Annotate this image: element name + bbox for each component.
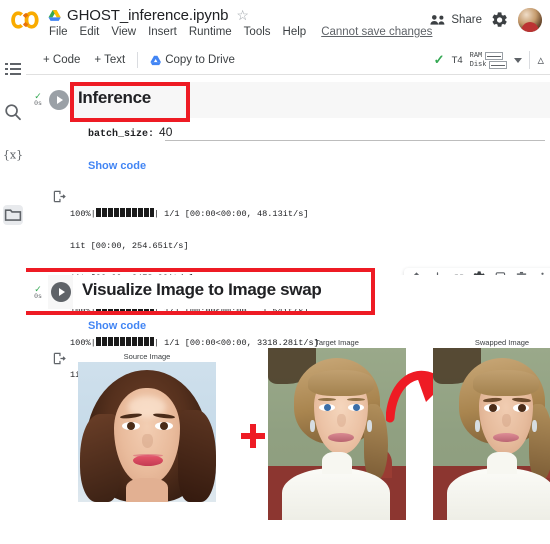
cell-exec-time: 0s <box>34 100 42 107</box>
share-label: Share <box>451 14 482 26</box>
cell-run-status: ✓ 0s <box>30 92 46 108</box>
avatar[interactable] <box>518 8 542 32</box>
swapped-image <box>433 348 550 520</box>
variables-braces-icon: {x} <box>3 149 23 162</box>
batch-size-input[interactable]: 40 <box>159 125 172 139</box>
copy-to-drive-button[interactable]: Copy to Drive <box>143 51 242 69</box>
notebook-toolbar: + Code + Text Copy to Drive ✓ T4 RAM Dis… <box>26 45 550 75</box>
output-line-1: 1it [00:00, 254.65it/s] <box>70 240 189 251</box>
plus-operator <box>241 424 265 448</box>
output-stream-icon <box>53 190 66 203</box>
menu-runtime[interactable]: Runtime <box>189 26 232 38</box>
runtime-type-label: T4 <box>451 54 463 66</box>
menu-help[interactable]: Help <box>283 26 307 38</box>
document-title-row[interactable]: GHOST_inference.ipynb ☆ <box>48 4 249 26</box>
batch-size-form-row[interactable]: batch_size: 40 <box>88 125 172 140</box>
drive-icon <box>48 9 61 21</box>
check-icon: ✓ <box>433 52 445 67</box>
swap-figure-output: Source Image Target Image Swapped Image <box>26 338 550 538</box>
menu-file[interactable]: File <box>49 26 68 38</box>
top-bar: GHOST_inference.ipynb ☆ File Edit View I… <box>0 0 550 45</box>
resource-monitor[interactable]: RAM Disk <box>469 51 508 69</box>
menu-insert[interactable]: Insert <box>148 26 177 38</box>
sidebar-item-table-of-contents[interactable] <box>3 59 23 79</box>
caret-down-icon[interactable] <box>514 57 523 63</box>
disk-label: Disk <box>469 60 487 69</box>
sidebar-item-find-replace[interactable] <box>3 102 23 122</box>
save-status-link[interactable]: Cannot save changes <box>321 26 432 38</box>
source-image-caption: Source Image <box>123 352 171 361</box>
share-button[interactable]: Share <box>430 14 482 26</box>
toolbar-divider-right <box>529 51 531 69</box>
source-image <box>78 362 216 502</box>
svg-text:{x}: {x} <box>3 149 23 162</box>
copy-to-drive-label: Copy to Drive <box>165 54 235 66</box>
sidebar-item-files[interactable] <box>3 205 23 225</box>
toolbar-divider <box>137 52 139 68</box>
run-cell-button-inference[interactable] <box>49 90 69 110</box>
ram-sparkline-icon <box>485 51 504 60</box>
menu-edit[interactable]: Edit <box>80 26 100 38</box>
page-title: GHOST_inference.ipynb <box>67 6 229 24</box>
show-code-link-inference[interactable]: Show code <box>88 160 146 172</box>
batch-size-underline <box>165 140 545 141</box>
folder-icon <box>4 209 22 221</box>
show-code-link-visualize[interactable]: Show code <box>88 320 146 332</box>
left-sidebar-rail: {x} <box>0 45 26 544</box>
output-line-0: 100%| | 1/1 [00:00<00:00, 48.13it/s] <box>70 208 309 220</box>
cell-status-check: ✓ <box>34 91 42 101</box>
notebook-body: ✓ 0s Inference batch_size: 40 Show code … <box>26 76 550 544</box>
colab-logo-icon[interactable] <box>10 9 40 31</box>
people-share-icon <box>430 15 445 25</box>
chevron-up-icon[interactable]: ▵ <box>537 52 544 68</box>
menu-bar: File Edit View Insert Runtime Tools Help… <box>49 26 432 38</box>
batch-size-label: batch_size: <box>88 129 155 140</box>
target-image-caption: Target Image <box>315 338 359 347</box>
add-text-label: + Text <box>94 54 126 66</box>
add-code-cell-button[interactable]: + Code <box>36 51 87 69</box>
add-text-cell-button[interactable]: + Text <box>87 51 132 69</box>
menu-view[interactable]: View <box>111 26 136 38</box>
star-outline-icon[interactable]: ☆ <box>236 7 249 24</box>
ram-label: RAM <box>469 51 483 60</box>
annotation-box-inference <box>70 82 190 122</box>
toc-list-icon <box>5 63 21 75</box>
menu-tools[interactable]: Tools <box>244 26 271 38</box>
top-bar-actions: Share <box>430 8 542 32</box>
gear-icon[interactable] <box>492 12 508 28</box>
sidebar-item-variables[interactable]: {x} <box>3 144 23 164</box>
drive-icon <box>150 55 162 65</box>
disk-sparkline-icon <box>489 60 508 69</box>
colab-notebook-window: GHOST_inference.ipynb ☆ File Edit View I… <box>0 0 550 544</box>
add-code-label: + Code <box>43 54 81 66</box>
annotation-box-visualize <box>26 268 375 315</box>
swapped-image-caption: Swapped Image <box>474 338 530 347</box>
search-icon <box>5 104 21 121</box>
